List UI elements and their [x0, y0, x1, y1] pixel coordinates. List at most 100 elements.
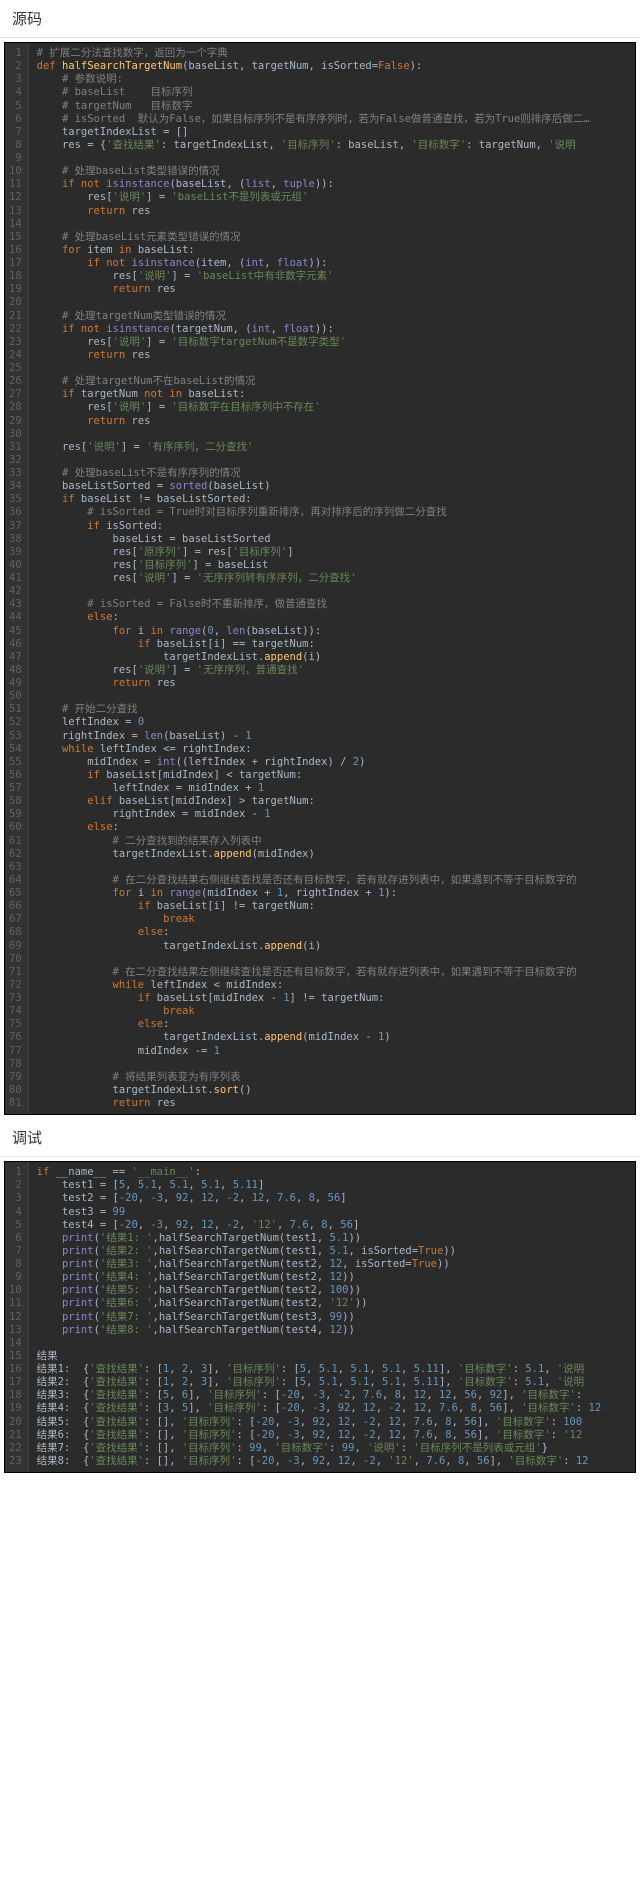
code-line[interactable]: # 扩展二分法查找数字，返回为一个字典	[37, 47, 635, 60]
code-line[interactable]	[37, 1337, 635, 1350]
code-line[interactable]: if not isinstance(targetNum, (int, float…	[37, 323, 635, 336]
code-line[interactable]: # 在二分查找结果右侧继续查找是否还有目标数字，若有就存进列表中，如果遇到不等于…	[37, 874, 635, 887]
code-line[interactable]: print('结果4: ',halfSearchTargetNum(test2,…	[37, 1271, 635, 1284]
code-line[interactable]: # isSorted = False时不重新排序，做普通查找	[37, 598, 635, 611]
code-line[interactable]: baseListSorted = sorted(baseList)	[37, 480, 635, 493]
code-line[interactable]: res['说明'] = '目标数字targetNum不是数字类型'	[37, 336, 635, 349]
code-line[interactable]: return res	[37, 205, 635, 218]
code-line[interactable]: # 在二分查找结果左侧继续查找是否还有目标数字，若有就存进列表中，如果遇到不等于…	[37, 966, 635, 979]
code-line[interactable]: print('结果2: ',halfSearchTargetNum(test1,…	[37, 1245, 635, 1258]
code-line[interactable]: print('结果6: ',halfSearchTargetNum(test2,…	[37, 1297, 635, 1310]
code-line[interactable]: leftIndex = midIndex + 1	[37, 782, 635, 795]
code-line[interactable]: break	[37, 1005, 635, 1018]
code-line[interactable]: # 开始二分查找	[37, 703, 635, 716]
code-line[interactable]: rightIndex = midIndex - 1	[37, 808, 635, 821]
code-line[interactable]: if baseList != baseListSorted:	[37, 493, 635, 506]
code-line[interactable]: print('结果7: ',halfSearchTargetNum(test3,…	[37, 1311, 635, 1324]
code-line[interactable]: for i in range(midIndex + 1, rightIndex …	[37, 887, 635, 900]
code-line[interactable]	[37, 218, 635, 231]
code-line[interactable]: res['说明'] = 'baseList中有非数字元素'	[37, 270, 635, 283]
code-line[interactable]: targetIndexList.append(midIndex)	[37, 848, 635, 861]
code-line[interactable]: targetIndexList.append(i)	[37, 651, 635, 664]
code-line[interactable]: elif baseList[midIndex] > targetNum:	[37, 795, 635, 808]
code-line[interactable]: targetIndexList.sort()	[37, 1084, 635, 1097]
code-line[interactable]	[37, 1058, 635, 1071]
source-code-area[interactable]: # 扩展二分法查找数字，返回为一个字典def halfSearchTargetN…	[29, 43, 635, 1114]
code-line[interactable]: return res	[37, 283, 635, 296]
code-line[interactable]: return res	[37, 1097, 635, 1110]
code-line[interactable]: print('结果3: ',halfSearchTargetNum(test2,…	[37, 1258, 635, 1271]
code-line[interactable]: else:	[37, 821, 635, 834]
code-line[interactable]: while leftIndex < midIndex:	[37, 979, 635, 992]
code-line[interactable]: else:	[37, 1018, 635, 1031]
code-line[interactable]: # 处理baseList元素类型错误的情况	[37, 231, 635, 244]
code-line[interactable]: res['原序列'] = res['目标序列']	[37, 546, 635, 559]
code-line[interactable]: test3 = 99	[37, 1206, 635, 1219]
code-line[interactable]: # 处理targetNum不在baseList的情况	[37, 375, 635, 388]
code-line[interactable]	[37, 454, 635, 467]
code-line[interactable]: test2 = [-20, -3, 92, 12, -2, 12, 7.6, 8…	[37, 1192, 635, 1205]
code-line[interactable]: else:	[37, 926, 635, 939]
code-line[interactable]: print('结果8: ',halfSearchTargetNum(test4,…	[37, 1324, 635, 1337]
code-line[interactable]: # isSorted 默认为False，如果目标序列不是有序序列时，若为Fals…	[37, 113, 635, 126]
code-line[interactable]: # 将结果列表变为有序列表	[37, 1071, 635, 1084]
code-line[interactable]: midIndex -= 1	[37, 1045, 635, 1058]
code-line[interactable]: # isSorted = True时对目标序列重新排序，再对排序后的序列做二分查…	[37, 506, 635, 519]
code-line[interactable]: midIndex = int((leftIndex + rightIndex) …	[37, 756, 635, 769]
code-line[interactable]: if __name__ == '__main__':	[37, 1166, 635, 1179]
code-line[interactable]: targetIndexList = []	[37, 126, 635, 139]
code-line[interactable]: for item in baseList:	[37, 244, 635, 257]
code-line[interactable]	[37, 690, 635, 703]
code-line[interactable]: if baseList[i] == targetNum:	[37, 638, 635, 651]
code-line[interactable]: test1 = [5, 5.1, 5.1, 5.1, 5.11]	[37, 1179, 635, 1192]
code-line[interactable]: # 处理baseList类型错误的情况	[37, 165, 635, 178]
code-line[interactable]: else:	[37, 611, 635, 624]
code-line[interactable]: targetIndexList.append(i)	[37, 940, 635, 953]
code-line[interactable]: res = {'查找结果': targetIndexList, '目标序列': …	[37, 139, 635, 152]
code-line[interactable]: return res	[37, 677, 635, 690]
code-line[interactable]: if baseList[i] != targetNum:	[37, 900, 635, 913]
code-line[interactable]: res['说明'] = '目标数字在目标序列中不存在'	[37, 401, 635, 414]
code-line[interactable]: # targetNum 目标数字	[37, 100, 635, 113]
code-line[interactable]: res['说明'] = '无序序列转有序序列，二分查找'	[37, 572, 635, 585]
code-line[interactable]: for i in range(0, len(baseList)):	[37, 625, 635, 638]
code-line[interactable]	[37, 296, 635, 309]
code-line[interactable]: # 二分查找到的结果存入列表中	[37, 835, 635, 848]
code-line[interactable]: res['目标序列'] = baseList	[37, 559, 635, 572]
code-line[interactable]: test4 = [-20, -3, 92, 12, -2, '12', 7.6,…	[37, 1219, 635, 1232]
code-line[interactable]: break	[37, 913, 635, 926]
code-line[interactable]: if not isinstance(item, (int, float)):	[37, 257, 635, 270]
code-line[interactable]: if not isinstance(baseList, (list, tuple…	[37, 178, 635, 191]
code-line[interactable]: targetIndexList.append(midIndex - 1)	[37, 1031, 635, 1044]
code-line[interactable]	[37, 362, 635, 375]
code-line[interactable]: res['说明'] = 'baseList不是列表或元组'	[37, 191, 635, 204]
code-line[interactable]: print('结果5: ',halfSearchTargetNum(test2,…	[37, 1284, 635, 1297]
code-line[interactable]	[37, 428, 635, 441]
code-line[interactable]	[37, 585, 635, 598]
code-line[interactable]: print('结果1: ',halfSearchTargetNum(test1,…	[37, 1232, 635, 1245]
code-line[interactable]: while leftIndex <= rightIndex:	[37, 743, 635, 756]
code-line[interactable]: leftIndex = 0	[37, 716, 635, 729]
code-line[interactable]	[37, 953, 635, 966]
code-line[interactable]: if targetNum not in baseList:	[37, 388, 635, 401]
code-line[interactable]	[37, 152, 635, 165]
code-line[interactable]: if baseList[midIndex - 1] != targetNum:	[37, 992, 635, 1005]
code-line[interactable]: rightIndex = len(baseList) - 1	[37, 730, 635, 743]
source-code-block[interactable]: 1234567891011121314151617181920212223242…	[4, 42, 636, 1115]
code-line[interactable]: return res	[37, 349, 635, 362]
code-line[interactable]: def halfSearchTargetNum(baseList, target…	[37, 60, 635, 73]
debug-code-block[interactable]: 1234567891011121314151617181920212223 if…	[4, 1161, 636, 1473]
code-line[interactable]: # 处理targetNum类型错误的情况	[37, 310, 635, 323]
code-line[interactable]: # baseList 目标序列	[37, 86, 635, 99]
code-line[interactable]: if baseList[midIndex] < targetNum:	[37, 769, 635, 782]
code-line[interactable]: if isSorted:	[37, 520, 635, 533]
code-line[interactable]: # 参数说明:	[37, 73, 635, 86]
line-number: 9	[9, 1271, 22, 1284]
code-line[interactable]: baseList = baseListSorted	[37, 533, 635, 546]
code-line[interactable]: res['说明'] = '有序序列，二分查找'	[37, 441, 635, 454]
debug-code-area[interactable]: if __name__ == '__main__': test1 = [5, 5…	[29, 1162, 635, 1472]
code-line[interactable]: # 处理baseList不是有序序列的情况	[37, 467, 635, 480]
code-line[interactable]: res['说明'] = '无序序列，普通查找'	[37, 664, 635, 677]
code-line[interactable]	[37, 861, 635, 874]
code-line[interactable]: return res	[37, 415, 635, 428]
